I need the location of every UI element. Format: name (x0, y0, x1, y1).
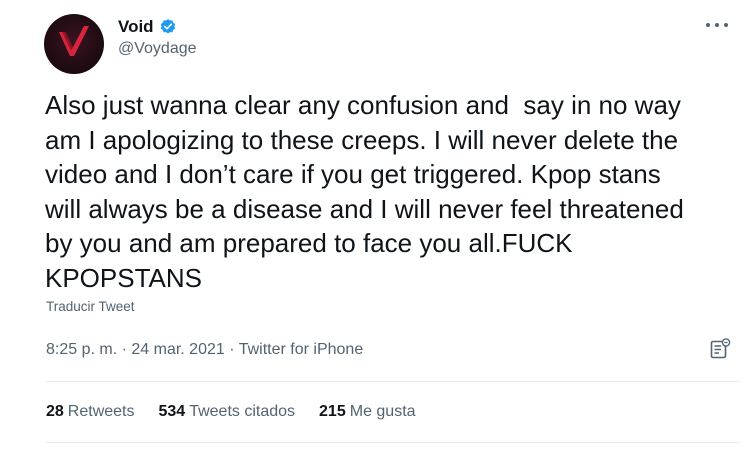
likes-count: 215 (319, 403, 346, 420)
retweets-label: Retweets (67, 403, 135, 420)
more-options-icon[interactable] (706, 18, 728, 32)
divider (46, 381, 740, 382)
tweet-source[interactable]: Twitter for iPhone (239, 341, 364, 358)
likes-label: Me gusta (349, 403, 416, 420)
divider (46, 442, 740, 443)
meta-separator: · (224, 341, 239, 358)
author-info: Void @Voydage (118, 16, 197, 58)
retweets-stat[interactable]: 28 Retweets (46, 403, 135, 421)
meta-separator: · (117, 341, 132, 358)
tweet-text: Also just wanna clear any confusion and … (45, 90, 684, 293)
tweet-card: Void @Voydage Also just wanna clear any … (0, 0, 750, 450)
tweet-metadata: 8:25 p. m. · 24 mar. 2021 · Twitter for … (46, 341, 363, 359)
tweet-time[interactable]: 8:25 p. m. (46, 341, 117, 358)
handle[interactable]: @Voydage (118, 40, 197, 58)
quote-tweets-stat[interactable]: 534 Tweets citados (159, 403, 296, 421)
display-name-row: Void (118, 16, 197, 38)
retweets-count: 28 (46, 403, 64, 420)
avatar[interactable] (44, 14, 104, 74)
display-name[interactable]: Void (118, 17, 154, 37)
verified-badge-icon (160, 19, 175, 34)
tweet-date[interactable]: 24 mar. 2021 (131, 341, 224, 358)
quote-tweets-label: Tweets citados (189, 403, 296, 420)
avatar-logo-icon (59, 26, 89, 56)
quote-tweets-count: 534 (158, 403, 186, 420)
engagement-stats: 28 Retweets 534 Tweets citados 215 Me gusta (46, 403, 440, 421)
analytics-icon[interactable] (708, 337, 732, 361)
translate-tweet-link[interactable]: Traducir Tweet (46, 299, 135, 314)
likes-stat[interactable]: 215 Me gusta (319, 403, 416, 421)
